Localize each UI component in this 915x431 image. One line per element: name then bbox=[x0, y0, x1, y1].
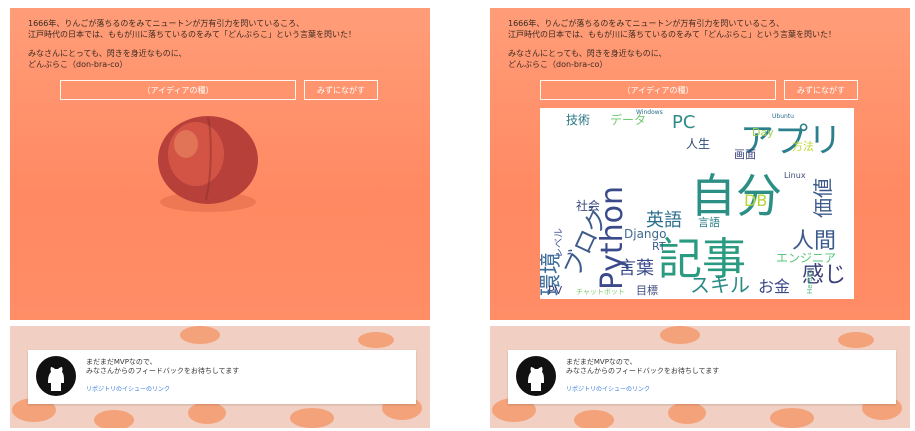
page-panel-result: 1666年、りんごが落ちるのをみてニュートンが万有引力を閃いているころ、 江戸時… bbox=[490, 8, 910, 428]
footer-section: まだまだMVPなので、 みなさんからのフィードバックをお待ちしてます リポジトリ… bbox=[10, 326, 430, 428]
intro-line: 1666年、りんごが落ちるのをみてニュートンが万有引力を閃いているころ、 bbox=[28, 19, 305, 28]
feedback-line: みなさんからのフィードバックをお待ちしてます bbox=[86, 367, 240, 375]
word-cloud-term: Linux bbox=[784, 171, 806, 180]
word-cloud-term: Day bbox=[752, 126, 774, 139]
page-panel-original: 1666年、りんごが落ちるのをみてニュートンが万有引力を閃いているころ、 江戸時… bbox=[10, 8, 430, 428]
intro-line: みなさんにとっても、閃きを身近なものに、 bbox=[508, 49, 667, 58]
intro-line: どんぶらこ（don-bra-co） bbox=[508, 60, 608, 69]
intro-line: 江戸時代の日本では、ももが川に落ちているのをみて「どんぶらこ」という言葉を閃いた… bbox=[28, 30, 356, 39]
feedback-line: まだまだMVPなので、 bbox=[566, 358, 637, 366]
hero-section: 1666年、りんごが落ちるのをみてニュートンが万有引力を閃いているころ、 江戸時… bbox=[10, 8, 430, 320]
word-cloud-term: 自分 bbox=[690, 169, 782, 223]
word-cloud-term: お金 bbox=[758, 277, 790, 296]
intro-line: 1666年、りんごが落ちるのをみてニュートンが万有引力を閃いているころ、 bbox=[508, 19, 785, 28]
word-cloud-term: Windows bbox=[636, 109, 663, 116]
word-cloud-term: 言語 bbox=[698, 215, 720, 229]
word-cloud-term: PC bbox=[672, 112, 695, 133]
flow-button[interactable]: みずにながす bbox=[784, 80, 858, 100]
word-cloud-term: RT bbox=[652, 240, 666, 253]
word-cloud-term: PV bbox=[548, 284, 563, 297]
word-cloud-term: チャットボット bbox=[576, 288, 625, 296]
word-cloud-term: 人生 bbox=[686, 137, 710, 151]
flow-button[interactable]: みずにながす bbox=[304, 80, 378, 100]
feedback-text: まだまだMVPなので、 みなさんからのフィードバックをお待ちしてます bbox=[566, 358, 719, 376]
github-icon[interactable] bbox=[516, 356, 556, 396]
word-cloud: 自分記事Pythonアプリブログ環境 言葉スキル人間感じ英語お金エンジニア価値PC… bbox=[540, 108, 854, 299]
feedback-line: まだまだMVPなので、 bbox=[86, 358, 157, 366]
feedback-card: まだまだMVPなので、 みなさんからのフィードバックをお待ちしてます リポジトリ… bbox=[508, 350, 896, 404]
word-cloud-term: 言葉 bbox=[618, 258, 654, 279]
intro-line: どんぶらこ（don-bra-co） bbox=[28, 60, 128, 69]
hero-section: 1666年、りんごが落ちるのをみてニュートンが万有引力を閃いているころ、 江戸時… bbox=[490, 8, 910, 320]
word-cloud-term: 目標 bbox=[636, 283, 658, 297]
word-cloud-term: 価値 bbox=[811, 178, 835, 218]
word-cloud-term: Ubuntu bbox=[772, 113, 794, 120]
idea-input[interactable]: （アイディアの種） bbox=[60, 80, 296, 100]
word-cloud-term: Heroku bbox=[806, 269, 814, 294]
search-row: （アイディアの種） みずにながす bbox=[540, 80, 860, 102]
issue-link[interactable]: リポジトリのイシューのリンク bbox=[86, 384, 170, 393]
github-icon[interactable] bbox=[36, 356, 76, 396]
intro-text: 1666年、りんごが落ちるのをみてニュートンが万有引力を閃いているころ、 江戸時… bbox=[28, 18, 418, 70]
intro-line: 江戸時代の日本では、ももが川に落ちているのをみて「どんぶらこ」という言葉を閃いた… bbox=[508, 30, 836, 39]
word-cloud-term: 社会 bbox=[576, 198, 600, 213]
footer-section: まだまだMVPなので、 みなさんからのフィードバックをお待ちしてます リポジトリ… bbox=[490, 326, 910, 428]
feedback-text: まだまだMVPなので、 みなさんからのフィードバックをお待ちしてます bbox=[86, 358, 239, 376]
intro-text: 1666年、りんごが落ちるのをみてニュートンが万有引力を閃いているころ、 江戸時… bbox=[508, 18, 898, 70]
word-cloud-term: 技術 bbox=[566, 113, 590, 127]
word-cloud-term: DB bbox=[744, 191, 767, 210]
word-cloud-term: 方法 bbox=[792, 139, 814, 153]
word-cloud-term: 画面 bbox=[734, 148, 756, 161]
intro-line: みなさんにとっても、閃きを身近なものに、 bbox=[28, 49, 187, 58]
word-cloud-term: Django bbox=[624, 227, 667, 241]
issue-link[interactable]: リポジトリのイシューのリンク bbox=[566, 384, 650, 393]
idea-input[interactable]: （アイディアの種） bbox=[540, 80, 776, 100]
feedback-card: まだまだMVPなので、 みなさんからのフィードバックをお待ちしてます リポジトリ… bbox=[28, 350, 416, 404]
search-row: （アイディアの種） みずにながす bbox=[60, 80, 380, 102]
word-cloud-term: エンジニア bbox=[776, 251, 836, 265]
word-cloud-term: スキル bbox=[690, 273, 750, 297]
peach-image bbox=[158, 116, 258, 212]
word-cloud-term: レベル bbox=[553, 228, 565, 258]
feedback-line: みなさんからのフィードバックをお待ちしてます bbox=[566, 367, 720, 375]
